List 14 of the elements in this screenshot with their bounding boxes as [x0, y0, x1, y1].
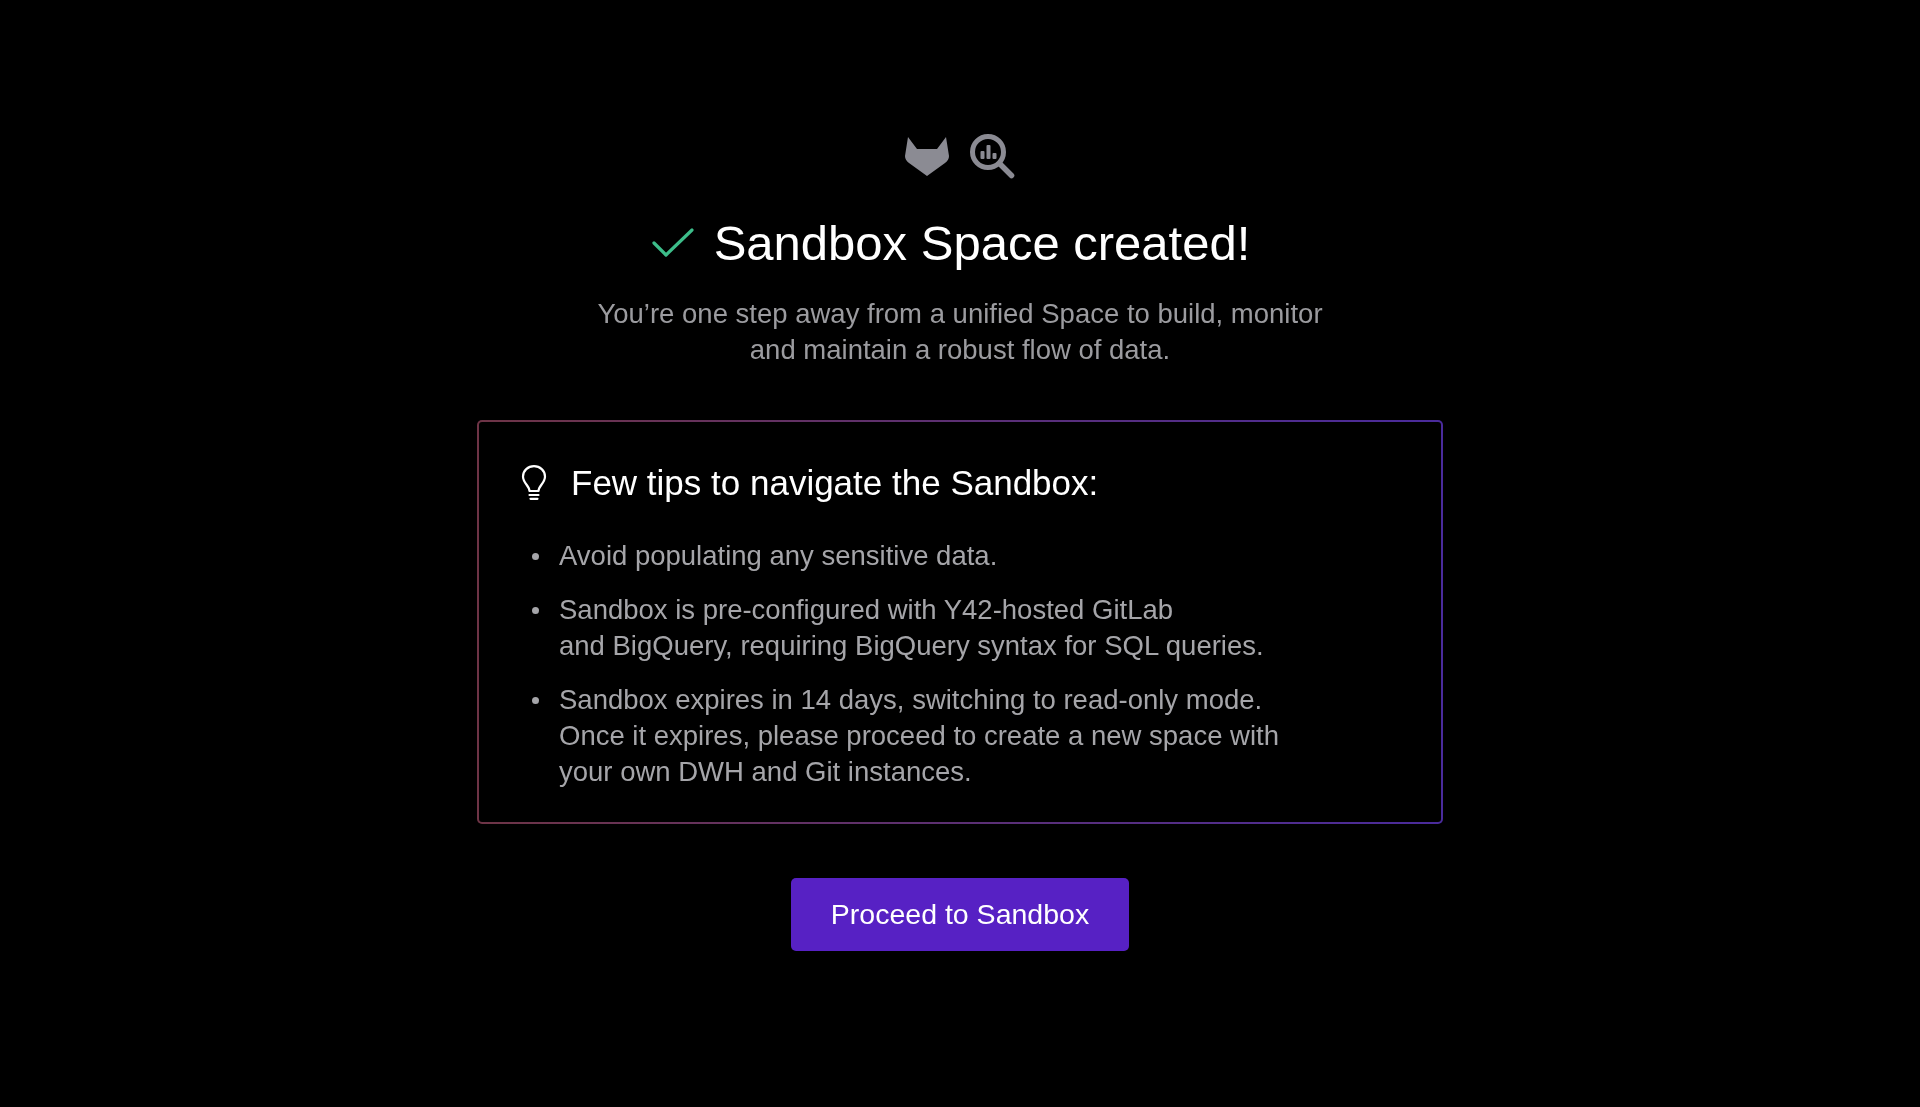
- tip-text: Sandbox is pre-configured with Y42-hosted GitLab and BigQuery, requiring BigQuery syntax for SQL queries.: [559, 593, 1264, 663]
- bullet-icon: [532, 697, 539, 704]
- bullet-icon: [532, 607, 539, 614]
- check-icon: [651, 228, 694, 258]
- fox-head-icon: [905, 136, 949, 176]
- chart-magnifier-icon: [969, 133, 1015, 179]
- lightbulb-icon: [521, 465, 547, 501]
- tip-text: Avoid populating any sensitive data.: [559, 539, 998, 573]
- tip-text: Sandbox expires in 14 days, switching to read-only mode. Once it expires, please proceed to create a new space with your own DWH and Git instances.: [559, 683, 1279, 789]
- proceed-button[interactable]: Proceed to Sandbox: [791, 878, 1129, 951]
- title: Sandbox Space created!: [713, 215, 1251, 272]
- subtitle: You’re one step away from a unified Space to build, monitor and maintain a robust flow of data.: [597, 297, 1323, 367]
- bullet-icon: [532, 553, 539, 560]
- tips-heading: Few tips to navigate the Sandbox:: [571, 462, 1099, 504]
